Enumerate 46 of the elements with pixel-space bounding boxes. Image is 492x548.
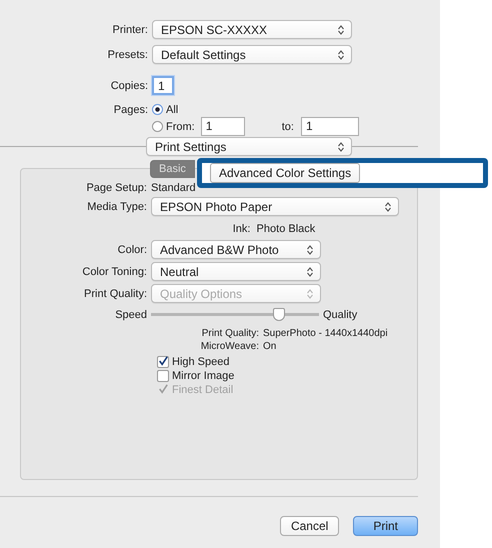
slider-thumb[interactable] bbox=[272, 308, 285, 321]
up-down-arrows-icon bbox=[338, 142, 344, 152]
field-label: Printer: bbox=[112, 24, 148, 36]
up-down-arrows-icon bbox=[307, 288, 313, 298]
info-label: Print Quality: bbox=[200, 328, 259, 339]
up-down-arrows-icon bbox=[307, 244, 313, 254]
slider-label: Quality bbox=[323, 309, 358, 321]
checkbox[interactable] bbox=[157, 356, 169, 368]
field-label: Page Setup: bbox=[85, 182, 147, 194]
info-value: SuperPhoto - 1440x1440dpi bbox=[263, 328, 389, 339]
radio-button[interactable] bbox=[152, 121, 163, 132]
field-label: to: bbox=[282, 120, 294, 132]
field-label: Speed bbox=[114, 309, 147, 321]
from-field[interactable]: 1 bbox=[200, 117, 245, 136]
printer-dropdown[interactable]: EPSON SC-XXXXX bbox=[152, 20, 352, 39]
copies-field[interactable]: 1 bbox=[152, 76, 174, 95]
field-label: Presets: bbox=[106, 48, 148, 60]
field-label: Color Toning: bbox=[81, 266, 147, 278]
dropdown[interactable]: Neutral bbox=[151, 262, 321, 281]
presets-dropdown[interactable]: Default Settings bbox=[152, 45, 352, 64]
checkbox-label[interactable]: High Speed bbox=[172, 356, 230, 368]
field-value: Standard bbox=[151, 182, 197, 194]
media-type-dropdown[interactable]: EPSON Photo Paper bbox=[151, 197, 399, 216]
up-down-arrows-icon bbox=[338, 50, 344, 60]
field-label: Print Quality: bbox=[83, 288, 147, 300]
print-button[interactable]: Print bbox=[353, 516, 418, 536]
field-label: Copies: bbox=[110, 80, 148, 92]
checkbox-label[interactable]: Mirror Image bbox=[172, 370, 234, 382]
radio-label[interactable]: All bbox=[166, 104, 178, 116]
field-label: Color: bbox=[116, 244, 147, 256]
section-dropdown[interactable]: Print Settings bbox=[146, 137, 352, 156]
cancel-button[interactable]: Cancel bbox=[280, 516, 340, 536]
up-down-arrows-icon bbox=[307, 266, 313, 276]
checkbox[interactable] bbox=[157, 370, 169, 382]
dropdown[interactable]: Advanced B&W Photo bbox=[151, 240, 321, 259]
ink-label: Ink: Photo Black bbox=[232, 223, 316, 235]
tab[interactable]: Advanced Color Settings bbox=[210, 163, 360, 183]
up-down-arrows-icon bbox=[338, 24, 344, 34]
info-label: MicroWeave: bbox=[200, 341, 259, 352]
up-down-arrows-icon bbox=[385, 202, 391, 212]
to-field[interactable]: 1 bbox=[300, 117, 359, 136]
radio-button[interactable] bbox=[152, 104, 163, 115]
info-value: On bbox=[263, 341, 278, 352]
field-label: Pages: bbox=[112, 104, 148, 116]
field-label: Media Type: bbox=[86, 200, 147, 212]
radio-label[interactable]: From: bbox=[166, 120, 195, 132]
